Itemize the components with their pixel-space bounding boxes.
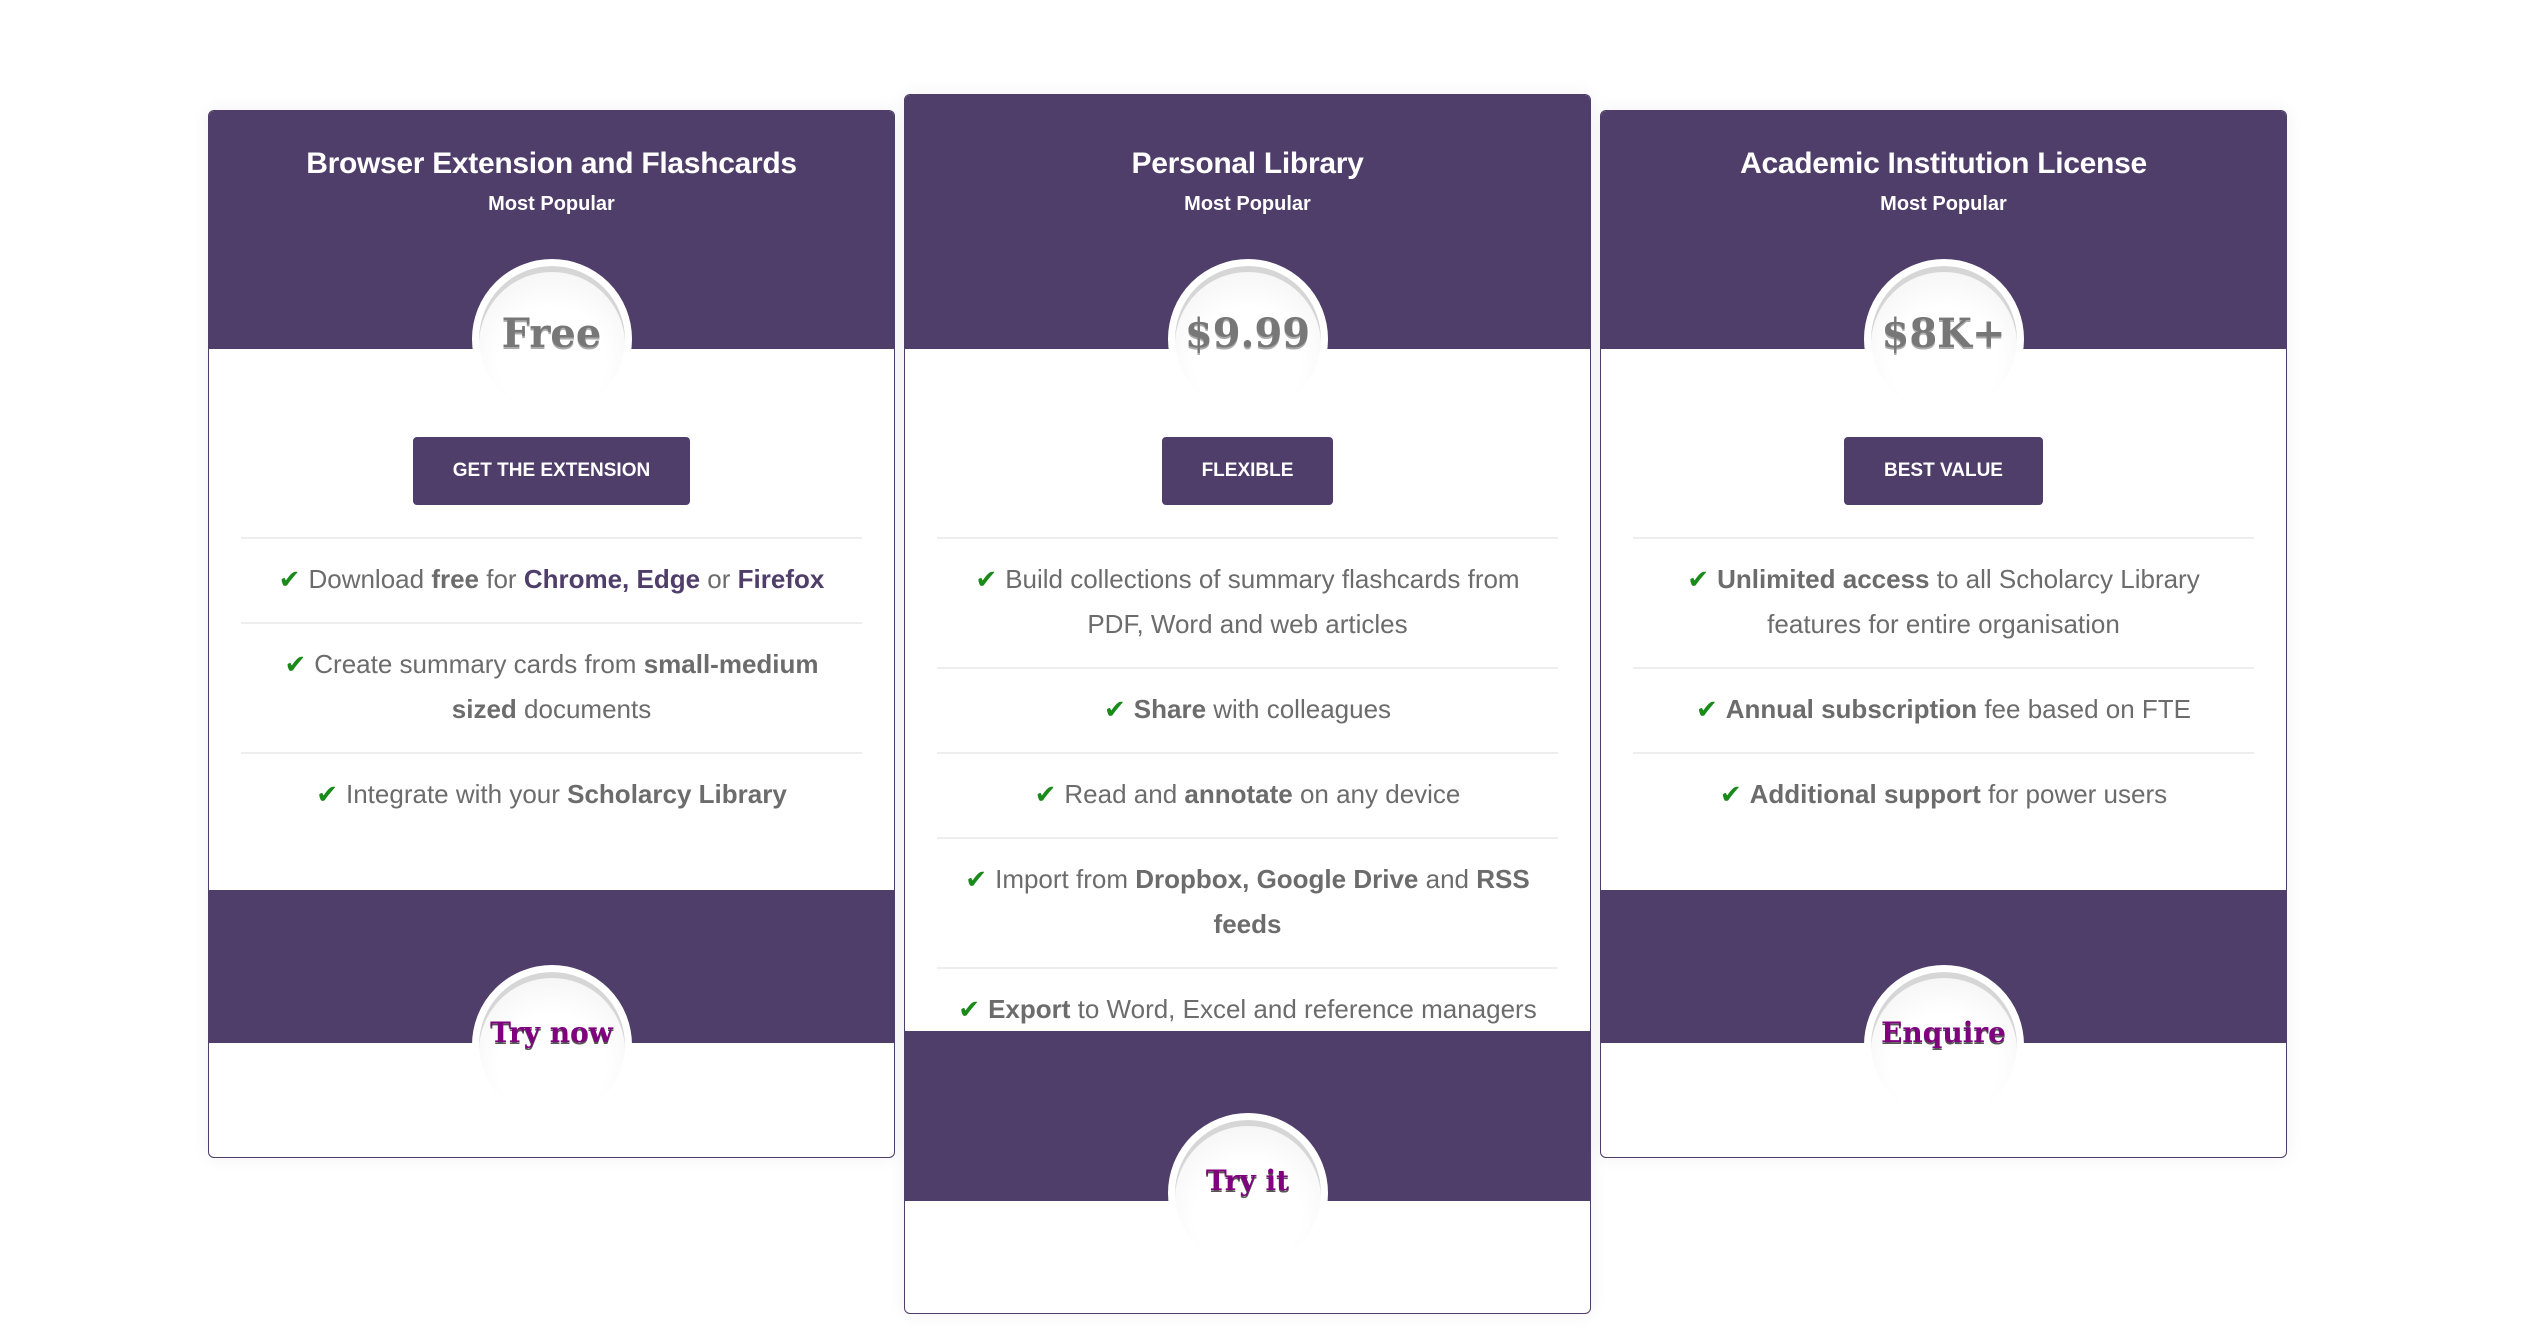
feature-highlight: Dropbox, Google Drive	[1135, 864, 1419, 894]
plan-subtitle: Most Popular	[1880, 193, 2007, 215]
feature-list: ✔ Unlimited access to all Scholarcy Libra…	[1633, 537, 2254, 837]
feature-item: ✔ Share with colleagues	[937, 667, 1558, 752]
enquire-label[interactable]: Enquire	[1881, 1016, 2006, 1049]
feature-highlight: Unlimited access	[1717, 564, 1930, 594]
price-badge: Free	[471, 259, 632, 419]
feature-item: ✔ Annual subscription fee based on FTE	[1633, 667, 2254, 752]
feature-highlight: Export	[988, 994, 1071, 1024]
feature-item: ✔ Create summary cards from small-medium …	[241, 622, 862, 752]
check-icon: ✔	[1719, 779, 1742, 809]
feature-highlight: Chrome, Edge	[523, 564, 701, 594]
price-value: $9.99	[1184, 310, 1311, 357]
price-badge: $9.99	[1167, 259, 1328, 419]
feature-text: documents	[516, 694, 652, 724]
feature-text: and	[1418, 864, 1477, 894]
plan-subtitle: Most Popular	[1184, 193, 1311, 215]
check-icon: ✔	[975, 564, 998, 594]
price-value: $8K+	[1881, 310, 2006, 357]
check-icon: ✔	[1103, 694, 1126, 724]
feature-text: for	[479, 564, 524, 594]
enquire-button[interactable]: Enquire	[1863, 965, 2024, 1125]
plan-card-personal-library: Personal Library Most Popular $9.99 FLEX…	[904, 94, 1591, 1314]
price-value: Free	[501, 310, 602, 357]
feature-item: ✔ Build collections of summary flashcards…	[937, 537, 1558, 667]
check-icon: ✔	[1695, 694, 1718, 724]
feature-text: for power users	[1980, 779, 2168, 809]
feature-highlight: Additional support	[1749, 779, 1981, 809]
feature-item: ✔ Download free for Chrome, Edge or Firef…	[241, 537, 862, 622]
feature-item: ✔ Import from Dropbox, Google Drive and R…	[937, 837, 1558, 967]
feature-text: to Word, Excel and reference managers	[1070, 994, 1537, 1024]
feature-item: ✔ Additional support for power users	[1633, 752, 2254, 837]
get-extension-button[interactable]: GET THE EXTENSION	[412, 437, 691, 505]
check-icon: ✔	[965, 864, 988, 894]
feature-text: fee based on FTE	[1977, 694, 2192, 724]
feature-text: on any device	[1292, 779, 1461, 809]
feature-item: ✔ Integrate with your Scholarcy Library	[241, 752, 862, 837]
flexible-button[interactable]: FLEXIBLE	[1161, 437, 1334, 505]
plan-title: Browser Extension and Flashcards	[306, 147, 797, 180]
feature-text: Import from	[995, 864, 1136, 894]
check-icon: ✔	[284, 649, 307, 679]
check-icon: ✔	[316, 779, 338, 809]
try-it-button[interactable]: Try it	[1167, 1113, 1328, 1273]
feature-text: or	[700, 564, 738, 594]
try-now-button[interactable]: Try now	[471, 965, 632, 1125]
feature-text: Read and	[1064, 779, 1185, 809]
feature-highlight: Scholarcy Library	[567, 779, 787, 809]
try-it-label[interactable]: Try it	[1206, 1164, 1289, 1197]
feature-text: Create summary cards from	[314, 649, 644, 679]
feature-highlight: Firefox	[737, 564, 825, 594]
feature-text: Download	[308, 564, 432, 594]
feature-highlight: annotate	[1184, 779, 1293, 809]
feature-highlight: free	[431, 564, 480, 594]
plan-title: Personal Library	[1131, 147, 1364, 180]
check-icon: ✔	[278, 564, 301, 594]
try-now-label[interactable]: Try now	[490, 1016, 613, 1049]
feature-text: Build collections of summary flashcards …	[1005, 564, 1520, 639]
price-badge: $8K+	[1863, 259, 2024, 419]
check-icon: ✔	[958, 994, 981, 1024]
feature-item: ✔ Read and annotate on any device	[937, 752, 1558, 837]
feature-list: ✔ Download free for Chrome, Edge or Firef…	[241, 537, 862, 837]
plan-card-academic-license: Academic Institution License Most Popula…	[1600, 110, 2287, 1158]
feature-highlight: Annual subscription	[1725, 694, 1978, 724]
check-icon: ✔	[1034, 779, 1057, 809]
feature-text: Integrate with your	[346, 779, 568, 809]
plan-card-browser-extension: Browser Extension and Flashcards Most Po…	[208, 110, 895, 1158]
best-value-button[interactable]: BEST VALUE	[1844, 437, 2043, 505]
feature-item: ✔ Unlimited access to all Scholarcy Libra…	[1633, 537, 2254, 667]
feature-list: ✔ Build collections of summary flashcards…	[937, 537, 1558, 1052]
check-icon: ✔	[1687, 564, 1710, 594]
plan-subtitle: Most Popular	[488, 193, 615, 215]
feature-highlight: Share	[1133, 694, 1207, 724]
plan-title: Academic Institution License	[1740, 147, 2147, 180]
feature-text: with colleagues	[1206, 694, 1392, 724]
